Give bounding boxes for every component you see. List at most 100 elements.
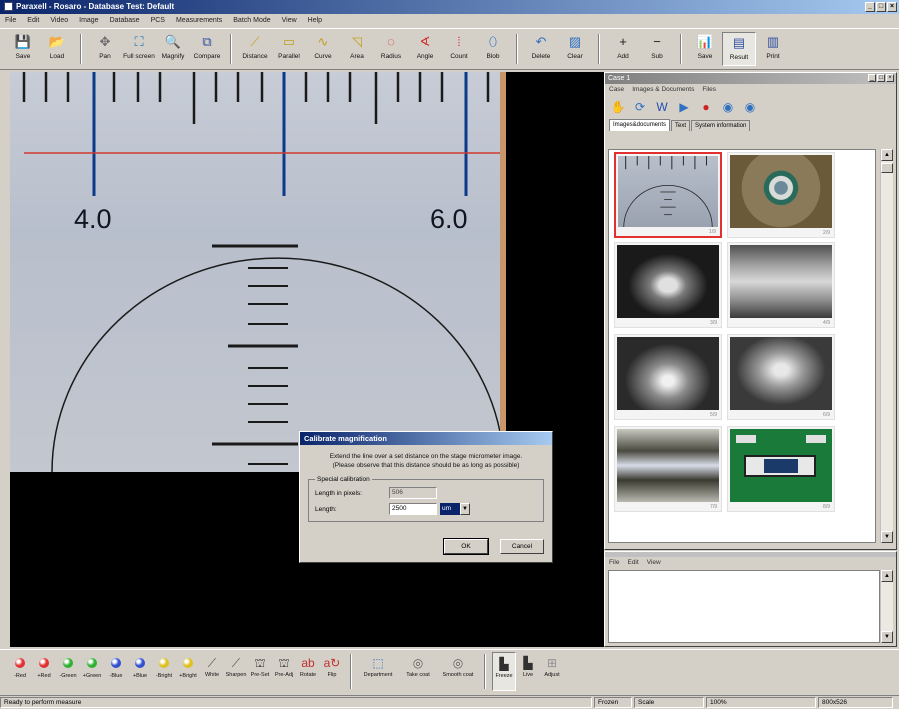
thumbnail[interactable]: 2/9 (727, 152, 835, 238)
menu-file[interactable]: File (4, 17, 17, 24)
menu-view[interactable]: View (281, 17, 298, 24)
next-icon[interactable]: ◉ (719, 98, 737, 116)
red-button[interactable]: +Red (32, 652, 56, 691)
print-button[interactable]: ▥ Print (756, 32, 790, 66)
area-button[interactable]: ◹ Area (340, 32, 374, 66)
notes-menu-edit[interactable]: Edit (627, 559, 638, 566)
angle-button[interactable]: ∢ Angle (408, 32, 442, 66)
flip-button[interactable]: a↻ Flip (320, 652, 344, 691)
panel-menu-images-documents[interactable]: Images & Documents (632, 86, 694, 93)
save-button[interactable]: 💾 Save (6, 32, 40, 66)
close-button[interactable]: × (887, 2, 897, 12)
blob-button[interactable]: ⬯ Blob (476, 32, 510, 66)
length-input[interactable]: 2500 (389, 503, 437, 515)
rotate-button[interactable]: ab Rotate (296, 652, 320, 691)
menu-help[interactable]: Help (307, 17, 323, 24)
freeze-button[interactable]: ▙ Freeze (492, 652, 516, 691)
scroll-up-icon[interactable]: ▲ (881, 570, 893, 582)
panel-menu-files[interactable]: Files (702, 86, 716, 93)
chevron-down-icon[interactable]: ▼ (460, 503, 470, 515)
title-bar: Paraxell - Rosaro - Database Test: Defau… (0, 0, 899, 14)
adjust-button[interactable]: ⊞ Adjust (540, 652, 564, 691)
word-icon[interactable]: W (653, 98, 671, 116)
panel-minimize-button[interactable]: _ (868, 74, 876, 82)
menu-edit[interactable]: Edit (26, 17, 40, 24)
tab-images-documents[interactable]: Images&documents (609, 119, 671, 131)
full-screen-button[interactable]: ⛶ Full screen (122, 32, 156, 66)
green-button[interactable]: +Green (80, 652, 104, 691)
red-button[interactable]: -Red (8, 652, 32, 691)
panel-maximize-button[interactable]: □ (877, 74, 885, 82)
notes-text-area[interactable] (608, 570, 880, 643)
blue-button[interactable]: -Blue (104, 652, 128, 691)
pan-button[interactable]: ✥ Pan (88, 32, 122, 66)
menu-measurements[interactable]: Measurements (175, 17, 223, 24)
ok-button[interactable]: OK (443, 538, 489, 555)
thumbnail[interactable]: 1/9 (614, 152, 722, 238)
thumbnail[interactable]: 6/9 (727, 334, 835, 420)
calibrate-dialog: Calibrate magnification Extend the line … (299, 431, 553, 563)
hand-icon[interactable]: ✋ (609, 98, 627, 116)
menu-pcs[interactable]: PCS (150, 17, 166, 24)
thumbnail[interactable]: 5/9 (614, 334, 722, 420)
scroll-up-icon[interactable]: ▲ (881, 149, 893, 161)
curve-button[interactable]: ∿ Curve (306, 32, 340, 66)
thumbnail[interactable]: 3/9 (614, 242, 722, 328)
distance-button[interactable]: ⟋ Distance (238, 32, 272, 66)
live-button[interactable]: ▙ Live (516, 652, 540, 691)
scroll-down-icon[interactable]: ▼ (881, 531, 893, 543)
scroll-thumb[interactable] (881, 163, 893, 173)
stop-icon[interactable]: ◉ (741, 98, 759, 116)
thumbnail[interactable]: 8/9 (727, 426, 835, 512)
smooth-coat-button[interactable]: ◎ Smooth coat (438, 652, 478, 691)
button-label: Flip (327, 672, 337, 678)
menu-database[interactable]: Database (109, 17, 141, 24)
scroll-down-icon[interactable]: ▼ (881, 631, 893, 643)
green-button[interactable]: -Green (56, 652, 80, 691)
take-coat-button[interactable]: ◎ Take coat (398, 652, 438, 691)
count-button[interactable]: ⦙ Count (442, 32, 476, 66)
notes-menu-file[interactable]: File (609, 559, 619, 566)
led-thumbnail (617, 429, 719, 502)
clear-button[interactable]: ▨ Clear (558, 32, 592, 66)
notes-menu-view[interactable]: View (647, 559, 661, 566)
compare-button[interactable]: ⧉ Compare (190, 32, 224, 66)
play-icon[interactable]: ▶ (675, 98, 693, 116)
result-button[interactable]: ▤ Result (722, 32, 756, 66)
refresh-icon[interactable]: ⟳ (631, 98, 649, 116)
thumbnail-caption: 1/9 (709, 229, 716, 235)
thumbnail[interactable]: 7/9 (614, 426, 722, 512)
delete-button[interactable]: ↶ Delete (524, 32, 558, 66)
bright-button[interactable]: +Bright (176, 652, 200, 691)
maximize-button[interactable]: □ (876, 2, 886, 12)
thumbnail-scrollbar[interactable]: ▲ ▼ (880, 149, 893, 543)
menu-video[interactable]: Video (49, 17, 69, 24)
load-button[interactable]: 📂 Load (40, 32, 74, 66)
cancel-button[interactable]: Cancel (500, 539, 544, 554)
sharpen-button[interactable]: ⟋ Sharpen (224, 652, 248, 691)
notes-scrollbar[interactable]: ▲ ▼ (880, 570, 893, 643)
unit-select[interactable]: um ▼ (440, 503, 470, 515)
tab-text[interactable]: Text (671, 120, 691, 131)
panel-close-button[interactable]: × (886, 74, 894, 82)
menu-image[interactable]: Image (78, 17, 99, 24)
magnify-button[interactable]: 🔍 Magnify (156, 32, 190, 66)
minimize-button[interactable]: _ (865, 2, 875, 12)
white-button[interactable]: ⟋ White (200, 652, 224, 691)
thumbnail[interactable]: 4/9 (727, 242, 835, 328)
record-icon[interactable]: ● (697, 98, 715, 116)
blue-button[interactable]: +Blue (128, 652, 152, 691)
department-button[interactable]: ⬚ Department (358, 652, 398, 691)
pre-adj-button[interactable]: ⛫ Pre-Adj (272, 652, 296, 691)
radius-button[interactable]: ◌ Radius (374, 32, 408, 66)
bright-button[interactable]: -Bright (152, 652, 176, 691)
save-button[interactable]: 📊 Save (688, 32, 722, 66)
pre-set-button[interactable]: ⛫ Pre-Set (248, 652, 272, 691)
sub-button[interactable]: − Sub (640, 32, 674, 66)
parallel-button[interactable]: ▭ Parallel (272, 32, 306, 66)
panel-menu-case[interactable]: Case (609, 86, 624, 93)
menu-batch-mode[interactable]: Batch Mode (232, 17, 271, 24)
white-balance-icon: ⟋ (207, 656, 217, 670)
add-button[interactable]: + Add (606, 32, 640, 66)
tab-system-information[interactable]: System information (691, 120, 751, 131)
